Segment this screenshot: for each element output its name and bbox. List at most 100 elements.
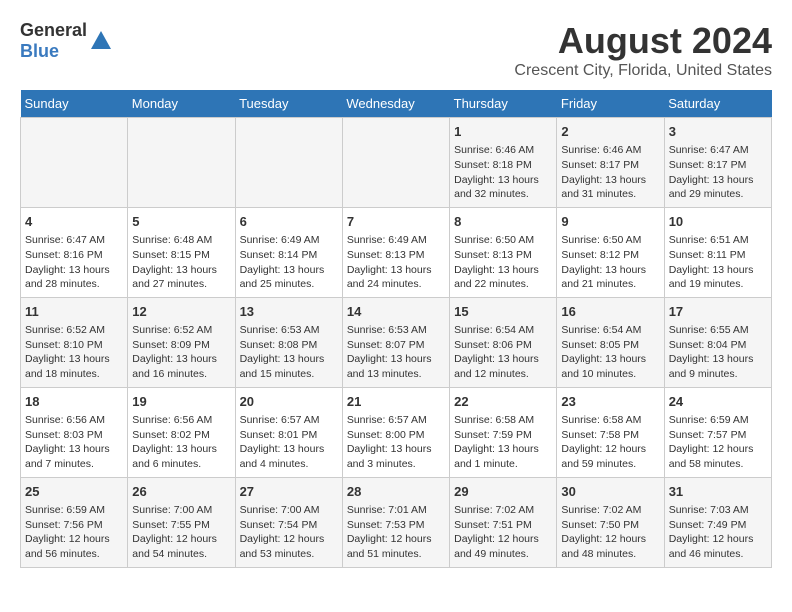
calendar-cell: 17Sunrise: 6:55 AM Sunset: 8:04 PM Dayli… bbox=[664, 297, 771, 387]
day-number: 9 bbox=[561, 213, 659, 231]
weekday-header-friday: Friday bbox=[557, 90, 664, 118]
day-info: Sunrise: 6:47 AM Sunset: 8:16 PM Dayligh… bbox=[25, 233, 123, 292]
calendar-table: SundayMondayTuesdayWednesdayThursdayFrid… bbox=[20, 90, 772, 568]
day-number: 25 bbox=[25, 483, 123, 501]
day-info: Sunrise: 7:02 AM Sunset: 7:50 PM Dayligh… bbox=[561, 503, 659, 562]
day-info: Sunrise: 7:02 AM Sunset: 7:51 PM Dayligh… bbox=[454, 503, 552, 562]
day-info: Sunrise: 6:50 AM Sunset: 8:13 PM Dayligh… bbox=[454, 233, 552, 292]
day-number: 27 bbox=[240, 483, 338, 501]
calendar-header: SundayMondayTuesdayWednesdayThursdayFrid… bbox=[21, 90, 772, 118]
calendar-cell: 26 Sunrise: 7:00 AM Sunset: 7:55 PM Dayli… bbox=[128, 477, 235, 567]
day-info: Sunrise: 7:03 AM Sunset: 7:49 PM Dayligh… bbox=[669, 503, 767, 562]
calendar-cell: 13 Sunrise: 6:53 AM Sunset: 8:08 PM Dayli… bbox=[235, 297, 342, 387]
weekday-header-wednesday: Wednesday bbox=[342, 90, 449, 118]
calendar-cell: 28Sunrise: 7:01 AM Sunset: 7:53 PM Dayli… bbox=[342, 477, 449, 567]
calendar-week-4: 18 Sunrise: 6:56 AM Sunset: 8:03 PM Dayli… bbox=[21, 387, 772, 477]
calendar-cell: 12 Sunrise: 6:52 AM Sunset: 8:09 PM Dayli… bbox=[128, 297, 235, 387]
calendar-cell bbox=[21, 118, 128, 208]
day-info: Sunrise: 6:53 AM Sunset: 8:08 PM Dayligh… bbox=[240, 323, 338, 382]
header: General Blue August 2024 Crescent City, … bbox=[20, 20, 772, 80]
calendar-cell: 21 Sunrise: 6:57 AM Sunset: 8:00 PM Dayli… bbox=[342, 387, 449, 477]
day-info: Sunrise: 7:01 AM Sunset: 7:53 PM Dayligh… bbox=[347, 503, 445, 562]
day-info: Sunrise: 7:00 AM Sunset: 7:55 PM Dayligh… bbox=[132, 503, 230, 562]
weekday-header-monday: Monday bbox=[128, 90, 235, 118]
calendar-week-2: 4Sunrise: 6:47 AM Sunset: 8:16 PM Daylig… bbox=[21, 207, 772, 297]
day-number: 10 bbox=[669, 213, 767, 231]
day-info: Sunrise: 6:49 AM Sunset: 8:13 PM Dayligh… bbox=[347, 233, 445, 292]
calendar-cell: 4Sunrise: 6:47 AM Sunset: 8:16 PM Daylig… bbox=[21, 207, 128, 297]
day-number: 20 bbox=[240, 393, 338, 411]
weekday-header-row: SundayMondayTuesdayWednesdayThursdayFrid… bbox=[21, 90, 772, 118]
calendar-cell bbox=[235, 118, 342, 208]
calendar-cell: 25 Sunrise: 6:59 AM Sunset: 7:56 PM Dayli… bbox=[21, 477, 128, 567]
day-number: 22 bbox=[454, 393, 552, 411]
day-number: 5 bbox=[132, 213, 230, 231]
day-number: 3 bbox=[669, 123, 767, 141]
calendar-cell: 14Sunrise: 6:53 AM Sunset: 8:07 PM Dayli… bbox=[342, 297, 449, 387]
day-number: 11 bbox=[25, 303, 123, 321]
weekday-header-thursday: Thursday bbox=[450, 90, 557, 118]
weekday-header-saturday: Saturday bbox=[664, 90, 771, 118]
day-number: 31 bbox=[669, 483, 767, 501]
calendar-cell: 6 Sunrise: 6:49 AM Sunset: 8:14 PM Daylig… bbox=[235, 207, 342, 297]
title-area: August 2024 Crescent City, Florida, Unit… bbox=[514, 20, 772, 80]
calendar-cell: 20 Sunrise: 6:57 AM Sunset: 8:01 PM Dayli… bbox=[235, 387, 342, 477]
calendar-week-1: 1Sunrise: 6:46 AM Sunset: 8:18 PM Daylig… bbox=[21, 118, 772, 208]
day-number: 26 bbox=[132, 483, 230, 501]
day-number: 8 bbox=[454, 213, 552, 231]
calendar-week-5: 25 Sunrise: 6:59 AM Sunset: 7:56 PM Dayli… bbox=[21, 477, 772, 567]
logo-text: General Blue bbox=[20, 20, 87, 62]
day-info: Sunrise: 6:54 AM Sunset: 8:06 PM Dayligh… bbox=[454, 323, 552, 382]
calendar-cell: 8 Sunrise: 6:50 AM Sunset: 8:13 PM Daylig… bbox=[450, 207, 557, 297]
day-number: 14 bbox=[347, 303, 445, 321]
day-info: Sunrise: 6:48 AM Sunset: 8:15 PM Dayligh… bbox=[132, 233, 230, 292]
day-number: 12 bbox=[132, 303, 230, 321]
day-info: Sunrise: 6:59 AM Sunset: 7:57 PM Dayligh… bbox=[669, 413, 767, 472]
calendar-cell: 1Sunrise: 6:46 AM Sunset: 8:18 PM Daylig… bbox=[450, 118, 557, 208]
day-info: Sunrise: 6:57 AM Sunset: 8:01 PM Dayligh… bbox=[240, 413, 338, 472]
calendar-cell: 15 Sunrise: 6:54 AM Sunset: 8:06 PM Dayli… bbox=[450, 297, 557, 387]
day-info: Sunrise: 6:57 AM Sunset: 8:00 PM Dayligh… bbox=[347, 413, 445, 472]
day-info: Sunrise: 6:47 AM Sunset: 8:17 PM Dayligh… bbox=[669, 143, 767, 202]
calendar-cell: 2Sunrise: 6:46 AM Sunset: 8:17 PM Daylig… bbox=[557, 118, 664, 208]
day-info: Sunrise: 6:55 AM Sunset: 8:04 PM Dayligh… bbox=[669, 323, 767, 382]
logo-blue: Blue bbox=[20, 41, 59, 61]
day-number: 15 bbox=[454, 303, 552, 321]
day-info: Sunrise: 6:59 AM Sunset: 7:56 PM Dayligh… bbox=[25, 503, 123, 562]
calendar-body: 1Sunrise: 6:46 AM Sunset: 8:18 PM Daylig… bbox=[21, 118, 772, 568]
subtitle: Crescent City, Florida, United States bbox=[514, 62, 772, 80]
calendar-cell: 23Sunrise: 6:58 AM Sunset: 7:58 PM Dayli… bbox=[557, 387, 664, 477]
day-number: 16 bbox=[561, 303, 659, 321]
day-number: 30 bbox=[561, 483, 659, 501]
calendar-cell: 9 Sunrise: 6:50 AM Sunset: 8:12 PM Daylig… bbox=[557, 207, 664, 297]
day-number: 1 bbox=[454, 123, 552, 141]
calendar-cell: 16Sunrise: 6:54 AM Sunset: 8:05 PM Dayli… bbox=[557, 297, 664, 387]
calendar-cell: 31 Sunrise: 7:03 AM Sunset: 7:49 PM Dayli… bbox=[664, 477, 771, 567]
day-number: 6 bbox=[240, 213, 338, 231]
calendar-cell: 18 Sunrise: 6:56 AM Sunset: 8:03 PM Dayli… bbox=[21, 387, 128, 477]
day-number: 13 bbox=[240, 303, 338, 321]
day-number: 18 bbox=[25, 393, 123, 411]
calendar-week-3: 11Sunrise: 6:52 AM Sunset: 8:10 PM Dayli… bbox=[21, 297, 772, 387]
day-number: 21 bbox=[347, 393, 445, 411]
day-info: Sunrise: 6:58 AM Sunset: 7:58 PM Dayligh… bbox=[561, 413, 659, 472]
day-info: Sunrise: 6:56 AM Sunset: 8:02 PM Dayligh… bbox=[132, 413, 230, 472]
day-number: 7 bbox=[347, 213, 445, 231]
day-number: 2 bbox=[561, 123, 659, 141]
day-info: Sunrise: 7:00 AM Sunset: 7:54 PM Dayligh… bbox=[240, 503, 338, 562]
calendar-cell: 19 Sunrise: 6:56 AM Sunset: 8:02 PM Dayli… bbox=[128, 387, 235, 477]
calendar-cell: 11Sunrise: 6:52 AM Sunset: 8:10 PM Dayli… bbox=[21, 297, 128, 387]
day-info: Sunrise: 6:49 AM Sunset: 8:14 PM Dayligh… bbox=[240, 233, 338, 292]
main-title: August 2024 bbox=[514, 20, 772, 62]
calendar-cell: 22Sunrise: 6:58 AM Sunset: 7:59 PM Dayli… bbox=[450, 387, 557, 477]
day-info: Sunrise: 6:50 AM Sunset: 8:12 PM Dayligh… bbox=[561, 233, 659, 292]
day-number: 19 bbox=[132, 393, 230, 411]
day-info: Sunrise: 6:52 AM Sunset: 8:09 PM Dayligh… bbox=[132, 323, 230, 382]
calendar-cell: 30 Sunrise: 7:02 AM Sunset: 7:50 PM Dayli… bbox=[557, 477, 664, 567]
day-info: Sunrise: 6:51 AM Sunset: 8:11 PM Dayligh… bbox=[669, 233, 767, 292]
calendar-cell: 5 Sunrise: 6:48 AM Sunset: 8:15 PM Daylig… bbox=[128, 207, 235, 297]
calendar-cell: 24Sunrise: 6:59 AM Sunset: 7:57 PM Dayli… bbox=[664, 387, 771, 477]
calendar-cell bbox=[342, 118, 449, 208]
day-info: Sunrise: 6:56 AM Sunset: 8:03 PM Dayligh… bbox=[25, 413, 123, 472]
calendar-cell: 29Sunrise: 7:02 AM Sunset: 7:51 PM Dayli… bbox=[450, 477, 557, 567]
